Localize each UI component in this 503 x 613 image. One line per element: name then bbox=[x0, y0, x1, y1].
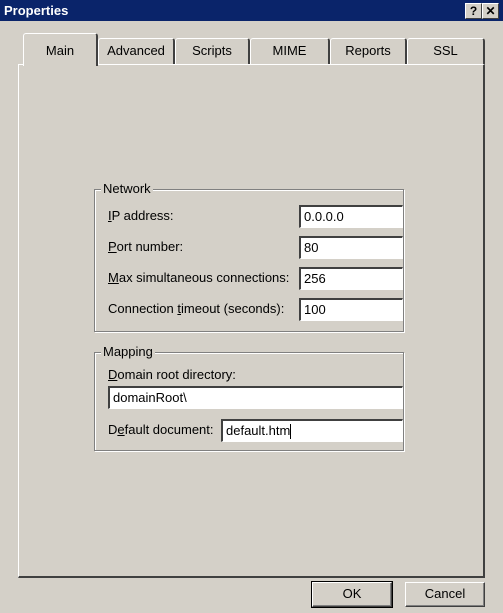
max-connections-label-text: ax simultaneous connections: bbox=[118, 270, 290, 285]
ip-address-field[interactable]: 0.0.0.0 bbox=[299, 205, 403, 228]
tab-main[interactable]: Main bbox=[23, 33, 98, 66]
tab-mime-label: MIME bbox=[272, 43, 307, 58]
network-group: Network IP address: 0.0.0.0 Port number:… bbox=[94, 181, 404, 332]
ip-address-label: IP address: bbox=[108, 208, 174, 223]
cancel-button[interactable]: Cancel bbox=[405, 582, 485, 607]
window-title: Properties bbox=[4, 3, 69, 18]
tab-advanced-label: Advanced bbox=[107, 43, 165, 58]
tab-mime[interactable]: MIME bbox=[250, 38, 330, 64]
default-document-value: default.htm bbox=[226, 423, 291, 438]
port-number-label: Port number: bbox=[108, 239, 183, 254]
title-bar: Properties ? ✕ bbox=[0, 0, 503, 21]
network-group-title: Network bbox=[101, 181, 153, 196]
connection-timeout-label: Connection timeout (seconds): bbox=[108, 301, 284, 316]
help-button[interactable]: ? bbox=[465, 3, 482, 19]
default-document-field[interactable]: default.htm bbox=[221, 419, 403, 442]
tab-scripts[interactable]: Scripts bbox=[175, 38, 250, 64]
properties-dialog: Properties ? ✕ Main Advanced Scripts MIM… bbox=[0, 0, 503, 613]
domain-root-label-text: omain root directory: bbox=[117, 367, 236, 382]
mapping-group-title: Mapping bbox=[101, 344, 155, 359]
port-number-label-text: ort number: bbox=[116, 239, 184, 254]
default-document-hotkey: e bbox=[117, 422, 125, 437]
tab-reports[interactable]: Reports bbox=[330, 38, 407, 64]
connection-timeout-label-pre: Connection bbox=[108, 301, 178, 316]
ok-button[interactable]: OK bbox=[311, 581, 393, 608]
mapping-group: Mapping Domain root directory: domainRoo… bbox=[94, 344, 404, 451]
tab-ssl[interactable]: SSL bbox=[407, 38, 485, 64]
tab-reports-label: Reports bbox=[345, 43, 391, 58]
tab-main-label: Main bbox=[45, 43, 75, 58]
domain-root-hotkey: D bbox=[108, 367, 118, 382]
tab-advanced[interactable]: Advanced bbox=[98, 38, 175, 64]
connection-timeout-field[interactable]: 100 bbox=[299, 298, 403, 321]
text-caret bbox=[290, 424, 292, 440]
port-number-field[interactable]: 80 bbox=[299, 236, 403, 259]
ip-address-label-text: P address: bbox=[111, 208, 174, 223]
domain-root-label: Domain root directory: bbox=[108, 367, 236, 382]
tab-panel-main: Network IP address: 0.0.0.0 Port number:… bbox=[18, 64, 485, 578]
max-connections-hotkey: M bbox=[108, 270, 119, 285]
max-connections-field[interactable]: 256 bbox=[299, 267, 403, 290]
default-document-label-pre: D bbox=[108, 422, 118, 437]
connection-timeout-label-text: imeout (seconds): bbox=[181, 301, 285, 316]
default-document-label: Default document: bbox=[108, 422, 214, 437]
tab-scripts-label: Scripts bbox=[192, 43, 232, 58]
default-document-label-text: fault document: bbox=[124, 422, 214, 437]
close-button[interactable]: ✕ bbox=[482, 3, 499, 19]
max-connections-label: Max simultaneous connections: bbox=[108, 270, 289, 285]
domain-root-field[interactable]: domainRoot\ bbox=[108, 386, 403, 409]
tab-ssl-label: SSL bbox=[433, 43, 458, 58]
port-number-hotkey: P bbox=[108, 239, 117, 254]
